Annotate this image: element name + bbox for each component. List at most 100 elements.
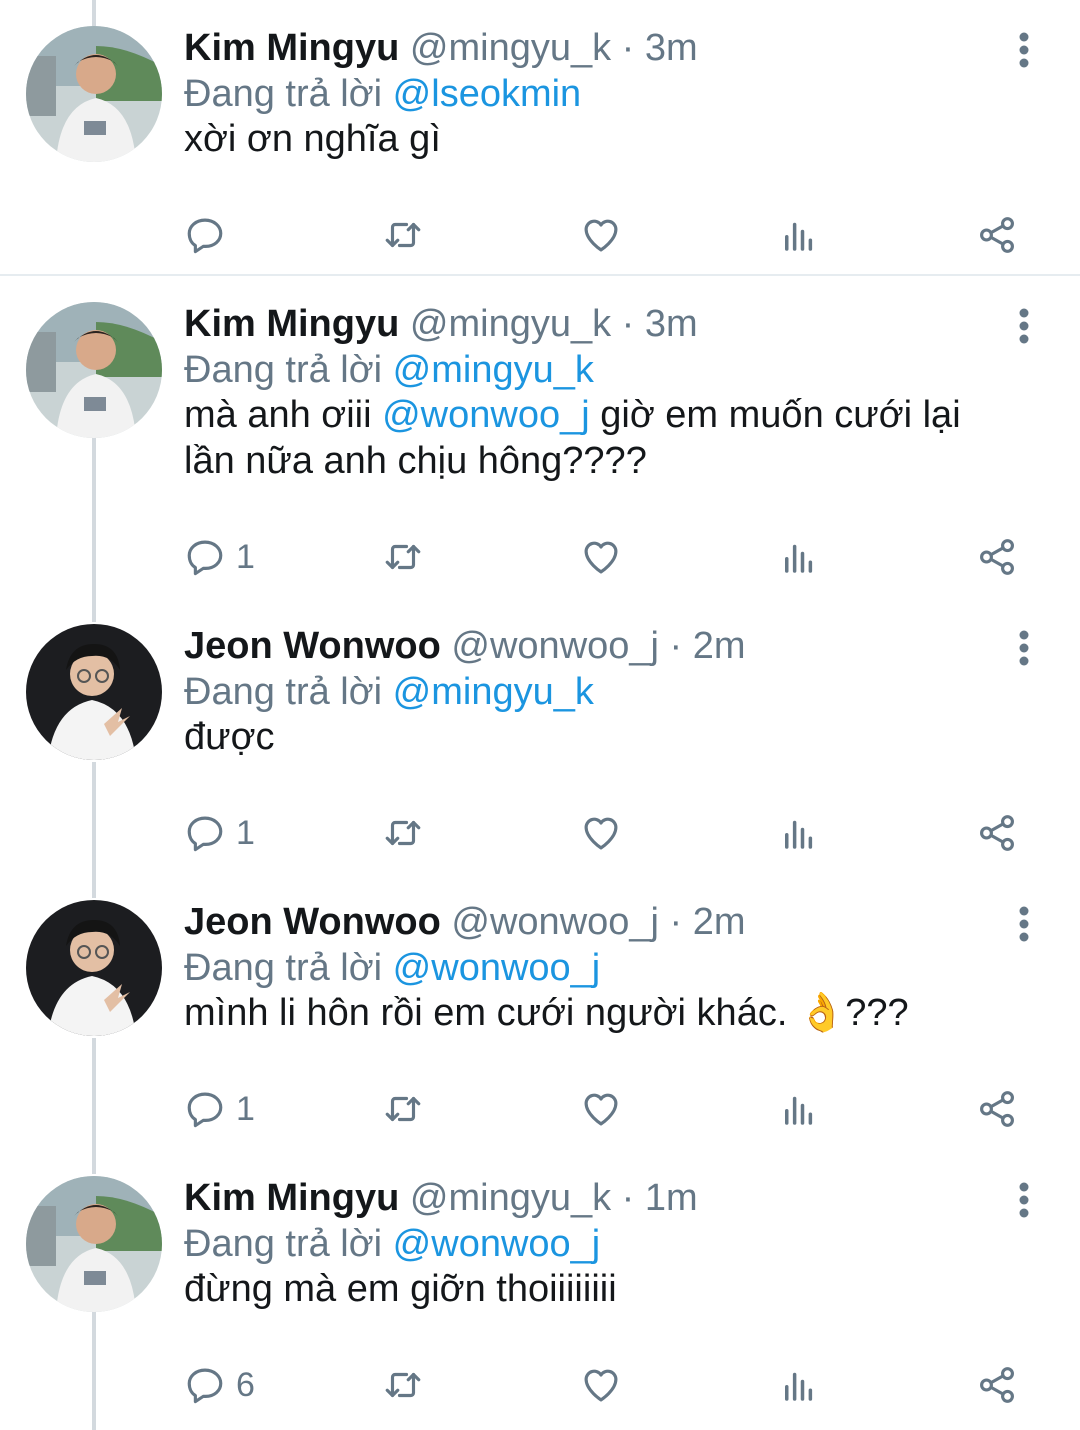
reply-count: 1 (236, 1089, 255, 1128)
reply-prefix: Đang trả lời (184, 1223, 383, 1265)
avatar[interactable] (26, 26, 162, 162)
analytics-button[interactable] (778, 210, 820, 260)
author-name[interactable]: Kim Mingyu (184, 1177, 399, 1219)
reply-prefix: Đang trả lời (184, 349, 383, 391)
reply-mention[interactable]: @mingyu_k (393, 671, 594, 713)
timestamp[interactable]: 2m (693, 901, 746, 943)
retweet-icon (382, 1088, 424, 1130)
more-vertical-icon[interactable] (1004, 304, 1044, 348)
analytics-icon (778, 1088, 820, 1130)
tweet-text: đừng mà em giỡn thoiiiiiiii (184, 1268, 617, 1310)
analytics-button[interactable] (778, 1360, 820, 1410)
analytics-button[interactable] (778, 1084, 820, 1134)
share-button[interactable] (976, 532, 1018, 582)
separator: · (621, 27, 635, 69)
tweet-header: Kim Mingyu @mingyu_k · 1m (184, 1176, 698, 1220)
like-button[interactable] (580, 210, 622, 260)
separator: · (621, 303, 635, 345)
like-button[interactable] (580, 808, 622, 858)
avatar[interactable] (26, 624, 162, 760)
more-vertical-icon[interactable] (1004, 626, 1044, 670)
tweet-text-part: mà anh ơiii (184, 394, 383, 436)
tweet[interactable]: Jeon Wonwoo @wonwoo_j · 2m Đang trả lời … (0, 598, 1080, 874)
tweet-text: xời ơn nghĩa gì (184, 118, 441, 160)
retweet-button[interactable] (382, 1360, 424, 1410)
retweet-icon (382, 536, 424, 578)
like-button[interactable] (580, 1084, 622, 1134)
reply-icon (184, 214, 226, 256)
share-button[interactable] (976, 1360, 1018, 1410)
tweet-actions: 6 (184, 1360, 1044, 1410)
timestamp[interactable]: 3m (645, 303, 698, 345)
tweet-header: Kim Mingyu @mingyu_k · 3m (184, 26, 698, 70)
reply-button[interactable]: 1 (184, 532, 255, 582)
author-handle[interactable]: @mingyu_k (410, 1177, 611, 1219)
more-vertical-icon[interactable] (1004, 28, 1044, 72)
tweet-text: mà anh ơiii @wonwoo_j giờ em muốn cưới l… (184, 392, 1014, 484)
share-icon (976, 1088, 1018, 1130)
timestamp[interactable]: 1m (645, 1177, 698, 1219)
author-handle[interactable]: @mingyu_k (410, 303, 611, 345)
author-name[interactable]: Jeon Wonwoo (184, 625, 441, 667)
avatar[interactable] (26, 302, 162, 438)
reply-count: 6 (236, 1365, 255, 1404)
analytics-icon (778, 812, 820, 854)
reply-mention[interactable]: @lseokmin (393, 73, 582, 115)
author-name[interactable]: Kim Mingyu (184, 303, 399, 345)
share-button[interactable] (976, 210, 1018, 260)
heart-icon (580, 812, 622, 854)
timestamp[interactable]: 2m (693, 625, 746, 667)
avatar[interactable] (26, 900, 162, 1036)
share-button[interactable] (976, 808, 1018, 858)
tweet-actions (184, 210, 1044, 260)
tweet-header: Kim Mingyu @mingyu_k · 3m (184, 302, 698, 346)
separator: · (669, 901, 683, 943)
reply-count: 1 (236, 813, 255, 852)
text-mention[interactable]: @wonwoo_j (382, 394, 590, 436)
more-vertical-icon[interactable] (1004, 902, 1044, 946)
retweet-icon (382, 1364, 424, 1406)
retweet-button[interactable] (382, 532, 424, 582)
author-name[interactable]: Kim Mingyu (184, 27, 399, 69)
author-name[interactable]: Jeon Wonwoo (184, 901, 441, 943)
like-button[interactable] (580, 1360, 622, 1410)
tweet[interactable]: Kim Mingyu @mingyu_k · 1m Đang trả lời @… (0, 1150, 1080, 1430)
retweet-button[interactable] (382, 808, 424, 858)
author-handle[interactable]: @wonwoo_j (451, 625, 659, 667)
reply-button[interactable] (184, 210, 236, 260)
retweet-icon (382, 214, 424, 256)
retweet-button[interactable] (382, 210, 424, 260)
analytics-button[interactable] (778, 808, 820, 858)
replying-to: Đang trả lời @lseokmin (184, 72, 581, 116)
author-handle[interactable]: @wonwoo_j (451, 901, 659, 943)
like-button[interactable] (580, 532, 622, 582)
retweet-button[interactable] (382, 1084, 424, 1134)
replying-to: Đang trả lời @wonwoo_j (184, 1222, 600, 1266)
analytics-icon (778, 1364, 820, 1406)
reply-button[interactable]: 1 (184, 808, 255, 858)
reply-prefix: Đang trả lời (184, 671, 383, 713)
separator: · (621, 1177, 635, 1219)
reply-button[interactable]: 6 (184, 1360, 255, 1410)
more-vertical-icon[interactable] (1004, 1178, 1044, 1222)
analytics-icon (778, 536, 820, 578)
heart-icon (580, 1088, 622, 1130)
heart-icon (580, 214, 622, 256)
timestamp[interactable]: 3m (645, 27, 698, 69)
replying-to: Đang trả lời @mingyu_k (184, 348, 594, 392)
avatar[interactable] (26, 1176, 162, 1312)
retweet-icon (382, 812, 424, 854)
tweet[interactable]: Jeon Wonwoo @wonwoo_j · 2m Đang trả lời … (0, 874, 1080, 1150)
reply-mention[interactable]: @mingyu_k (393, 349, 594, 391)
reply-mention[interactable]: @wonwoo_j (393, 1223, 601, 1265)
tweet-text: mình li hôn rồi em cưới người khác. 👌??? (184, 992, 909, 1034)
tweet[interactable]: Kim Mingyu @mingyu_k · 3m Đang trả lời @… (0, 0, 1080, 274)
author-handle[interactable]: @mingyu_k (410, 27, 611, 69)
reply-mention[interactable]: @wonwoo_j (393, 947, 601, 989)
tweet[interactable]: Kim Mingyu @mingyu_k · 3m Đang trả lời @… (0, 276, 1080, 598)
share-button[interactable] (976, 1084, 1018, 1134)
analytics-button[interactable] (778, 532, 820, 582)
reply-button[interactable]: 1 (184, 1084, 255, 1134)
reply-prefix: Đang trả lời (184, 947, 383, 989)
replying-to: Đang trả lời @mingyu_k (184, 670, 594, 714)
